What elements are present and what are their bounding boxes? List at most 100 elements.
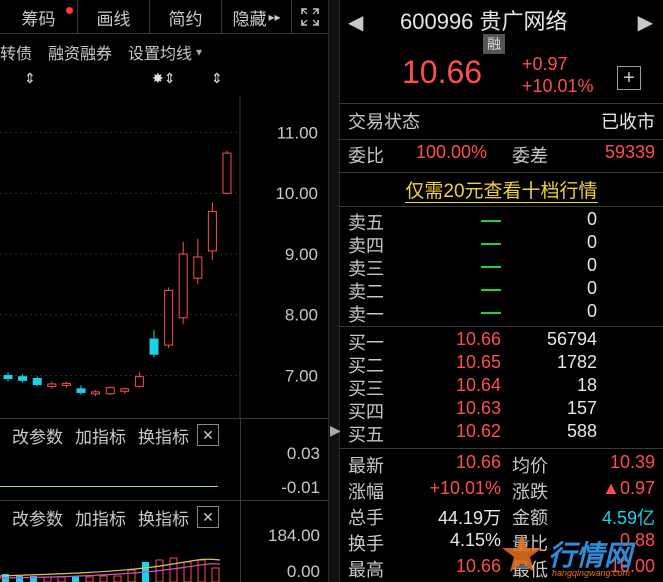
bid-price: 10.62 [455, 421, 501, 441]
bid-volume: 1782 [556, 352, 597, 372]
divider [340, 172, 663, 173]
bid-row: 买五 10.62 588 [340, 421, 663, 445]
trade-status-value: 已收市 [601, 112, 655, 132]
indicator2-bottom-value: 0.00 [286, 562, 320, 581]
stock-title: 600996 贵广网络 [400, 4, 568, 36]
empty-dash [481, 289, 501, 291]
stat-value: 4.15% [449, 530, 501, 550]
fullscreen-button[interactable] [292, 0, 328, 34]
change-params-button[interactable]: 改参数 [12, 505, 63, 530]
add-watchlist-button[interactable]: + [617, 66, 641, 90]
close-icon[interactable]: ✕ [197, 506, 219, 528]
stat-label: 金额 [512, 508, 548, 528]
stat-label: 最高 [348, 560, 384, 580]
add-indicator-button[interactable]: 加指标 [75, 505, 126, 530]
chips-button[interactable]: 筹码 [0, 0, 78, 34]
ask-row: 卖二 0 [340, 278, 663, 302]
y-tick-label: 11.00 [277, 123, 318, 142]
bid-price: 10.64 [455, 375, 501, 395]
candle-body [193, 256, 203, 279]
event-markers: ⇕ ✸⇕ ⇕ [0, 70, 240, 90]
chart-panel: 筹码 画线 简约 隐藏 ▸▸ 转债 融资融券 设置均线 ▾ ⇕ ✸⇕ ⇕ 11.… [0, 0, 328, 582]
change-amount: +0.97 [522, 54, 568, 74]
candle-body [47, 383, 57, 387]
candle-body [18, 376, 28, 381]
close-icon[interactable]: ✕ [197, 424, 219, 446]
divider [0, 418, 328, 419]
ma-settings-link[interactable]: 设置均线 [128, 40, 192, 64]
candle-body [120, 388, 130, 392]
divider [340, 326, 663, 327]
watermark-subtext: hangqingwang.com [552, 568, 631, 578]
divider [340, 139, 663, 140]
candle-body [76, 388, 86, 393]
bid-row: 买三 10.64 18 [340, 375, 663, 399]
order-ratio-value: 100.00% [416, 142, 488, 162]
simple-mode-label: 简约 [168, 9, 203, 29]
indicator2-top-value: 184.00 [268, 526, 320, 545]
stat-label: 均价 [512, 456, 548, 476]
stat-value: 10.66 [455, 556, 501, 576]
candle-body [222, 152, 232, 194]
draw-line-button[interactable]: 画线 [78, 0, 150, 34]
ask-volume: 0 [586, 255, 597, 275]
y-tick-label: 8.00 [285, 306, 318, 325]
margin-trading-link[interactable]: 融资融券 [48, 40, 112, 64]
divider [0, 500, 328, 501]
candlestick-chart[interactable]: 11.00 10.00 9.00 8.00 7.00 [0, 96, 328, 418]
hide-button[interactable]: 隐藏 ▸▸ [222, 0, 292, 34]
event-marker[interactable]: ✸⇕ [152, 70, 175, 87]
empty-dash [481, 243, 501, 245]
chart-options-row: 转债 融资融券 设置均线 ▾ [0, 38, 328, 66]
watermark-logo: 行情网 hangqingwang.com [500, 530, 660, 580]
prev-stock-button[interactable]: ◀ [348, 10, 363, 35]
bid-row: 买一 10.66 56794 [340, 329, 663, 353]
fullscreen-icon [301, 8, 319, 26]
bid-price: 10.63 [455, 398, 501, 418]
order-ratio-row: 委比 100.00% 委差 59339 [340, 142, 663, 172]
candle-body [178, 253, 188, 319]
empty-dash [481, 312, 501, 314]
stat-label: 涨跌 [512, 482, 548, 502]
order-diff-label: 委差 [512, 146, 548, 166]
event-marker[interactable]: ⇕ [211, 70, 223, 87]
candle-body [3, 374, 13, 380]
order-ratio-label: 委比 [348, 146, 384, 166]
volume-bars [0, 557, 221, 582]
ask-volume: 0 [586, 232, 597, 252]
change-params-button[interactable]: 改参数 [12, 423, 63, 448]
switch-indicator-button[interactable]: 换指标 [138, 423, 189, 448]
candle-body [134, 376, 144, 387]
level2-promo-link[interactable]: 仅需20元查看十档行情 [340, 176, 663, 203]
ask-volume: 0 [586, 278, 597, 298]
bid-volume: 56794 [546, 329, 597, 349]
chips-label: 筹码 [21, 9, 56, 29]
convertible-bond-link[interactable]: 转债 [0, 40, 32, 64]
next-stock-button[interactable]: ▶ [638, 10, 653, 35]
indicator1-top-value: 0.03 [286, 444, 320, 463]
ask-row: 卖四 0 [340, 232, 663, 256]
divider [340, 448, 663, 449]
bid-volume: 18 [576, 375, 597, 395]
candle-body [32, 378, 42, 386]
ask-row: 卖三 0 [340, 255, 663, 279]
add-indicator-button[interactable]: 加指标 [75, 423, 126, 448]
panel-splitter[interactable]: ▶ [328, 0, 341, 582]
stat-label: 最新 [348, 456, 384, 476]
bid-volume: 588 [566, 421, 597, 441]
last-price: 10.66 [402, 54, 483, 90]
ask-row: 卖一 0 [340, 301, 663, 325]
bid-label: 买五 [348, 425, 384, 445]
simple-mode-button[interactable]: 简约 [150, 0, 222, 34]
candle-body [105, 387, 115, 395]
candle-body [207, 210, 217, 252]
indicator-toolbar-2: 改参数 加指标 换指标 ✕ [0, 503, 240, 531]
chart-toolbar: 筹码 画线 简约 隐藏 ▸▸ [0, 0, 328, 34]
margin-badge: 融 [483, 34, 505, 54]
ask-volume: 0 [586, 209, 597, 229]
event-marker[interactable]: ⇕ [24, 70, 36, 87]
bid-row: 买二 10.65 1782 [340, 352, 663, 376]
switch-indicator-button[interactable]: 换指标 [138, 505, 189, 530]
double-arrow-icon: ▸▸ [268, 10, 281, 24]
stat-value: 4.59亿 [601, 508, 655, 528]
